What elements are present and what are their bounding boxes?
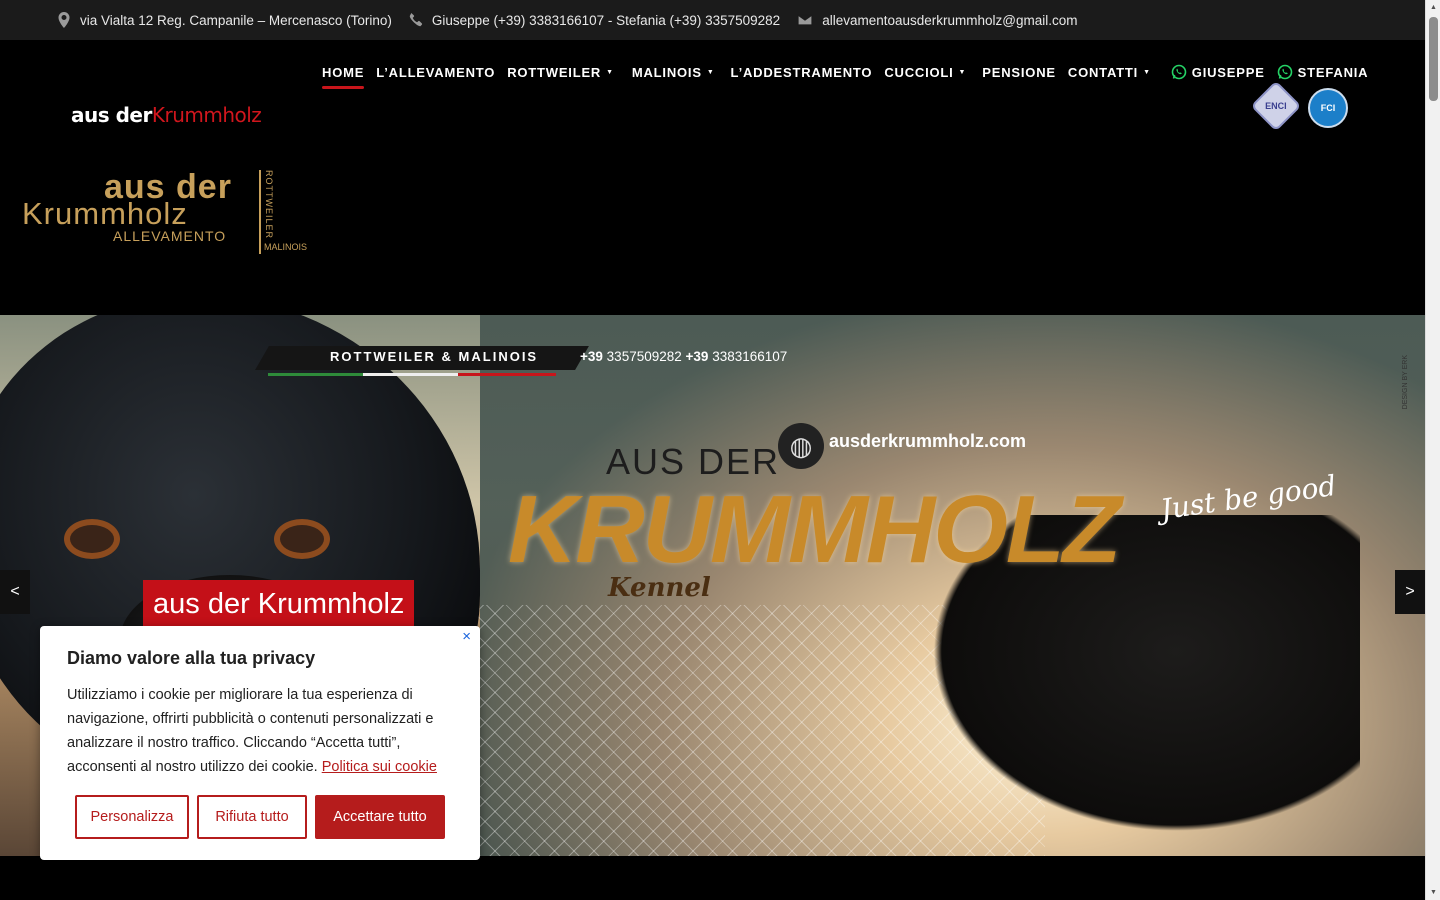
caret-down-icon: ▼: [606, 68, 614, 76]
banner-phone-2: 3383166107: [712, 349, 788, 364]
brand-logo-small[interactable]: aus derKrummholz: [71, 103, 262, 127]
nav-item-allevamento[interactable]: L’ALLEVAMENTO: [376, 65, 495, 80]
nav-item-label: L’ALLEVAMENTO: [376, 64, 496, 80]
tricolor-line-red: [458, 373, 556, 376]
kennel-logo[interactable]: aus der Krummholz ALLEVAMENTO ROTTWEILER…: [22, 170, 322, 260]
envelope-icon: [797, 14, 813, 26]
globe-icon: ◍: [778, 423, 824, 469]
nav-item-cuccioli[interactable]: CUCCIOLI ▼: [884, 65, 966, 80]
nav-item-home[interactable]: HOME: [322, 64, 365, 89]
nav-item-label: MALINOIS: [631, 64, 702, 80]
banner-website: ausderkrummholz.com: [829, 431, 1027, 451]
tricolor-line-green: [268, 373, 363, 376]
enci-badge[interactable]: ENCI: [1250, 80, 1302, 132]
brand-white-text: aus der: [71, 103, 152, 127]
reject-all-button[interactable]: Rifiuta tutto: [197, 795, 307, 839]
fci-badge-label: FCI: [1320, 103, 1336, 113]
fci-badge[interactable]: FCI: [1308, 88, 1348, 128]
logo-side-malinois: MALINOIS: [264, 242, 308, 252]
cookie-body: Utilizziamo i cookie per migliorare la t…: [67, 683, 462, 779]
email-text[interactable]: allevamentoausderkrummholz@gmail.com: [822, 13, 1077, 28]
page-scrollbar[interactable]: ▲ ▼: [1425, 0, 1440, 900]
cookie-policy-link[interactable]: Politica sui cookie: [322, 759, 437, 775]
slider-next-button[interactable]: >: [1395, 570, 1425, 614]
whatsapp-stefania-label: STEFANIA: [1297, 64, 1369, 80]
accept-all-button[interactable]: Accettare tutto: [315, 795, 445, 839]
nav-item-rottweiler[interactable]: ROTTWEILER ▼: [507, 65, 614, 80]
slider-prev-button[interactable]: <: [0, 570, 30, 614]
cookie-title: Diamo valore alla tua privacy: [67, 648, 316, 668]
logo-side-rottweiler: ROTTWEILER: [264, 170, 274, 240]
whatsapp-giuseppe-label: GIUSEPPE: [1191, 64, 1265, 80]
address-item: via Vialta 12 Reg. Campanile – Mercenasc…: [56, 12, 392, 28]
cookie-consent-dialog: × Diamo valore alla tua privacy Utilizzi…: [40, 626, 480, 860]
caret-down-icon: ▼: [1143, 68, 1151, 76]
slide-caption: aus der Krummholz: [143, 580, 415, 629]
nav-item-label: CUCCIOLI: [884, 64, 954, 80]
tricolor-line-white: [363, 373, 458, 376]
main-menu: HOME L’ALLEVAMENTO ROTTWEILER ▼ MALINOIS ▼…: [322, 64, 1380, 89]
phone-icon: [409, 13, 423, 27]
design-credit: DESIGN BY ERK: [1402, 355, 1409, 410]
nav-item-label: L’ADDESTRAMENTO: [730, 64, 873, 80]
customize-button[interactable]: Personalizza: [75, 795, 189, 839]
logo-divider: [259, 170, 261, 254]
banner-strip-text: ROTTWEILER & MALINOIS: [330, 349, 539, 364]
whatsapp-stefania-link[interactable]: STEFANIA: [1277, 64, 1369, 80]
banner-krummholz: KRUMMHOLZ: [508, 476, 1121, 583]
whatsapp-icon: [1171, 64, 1187, 80]
phone-prefix: +39: [580, 349, 603, 364]
top-info-bar: via Vialta 12 Reg. Campanile – Mercenasc…: [0, 0, 1425, 40]
address-text: via Vialta 12 Reg. Campanile – Mercenasc…: [80, 12, 392, 28]
phone-item[interactable]: Giuseppe (+39) 3383166107 - Stefania (+3…: [408, 12, 780, 28]
map-pin-icon: [58, 12, 70, 28]
association-badges: ENCI FCI: [1250, 80, 1362, 132]
nav-item-malinois[interactable]: MALINOIS ▼: [632, 65, 715, 80]
scrollbar-thumb[interactable]: [1429, 17, 1438, 101]
nav-item-contatti[interactable]: CONTATTI ▼: [1068, 65, 1151, 80]
logo-line-3: ALLEVAMENTO: [113, 228, 227, 244]
caret-down-icon: ▼: [958, 68, 967, 76]
nav-item-label: HOME: [322, 64, 365, 80]
enci-badge-label: ENCI: [1265, 100, 1287, 111]
whatsapp-giuseppe-link[interactable]: GIUSEPPE: [1171, 64, 1265, 80]
nav-item-label: PENSIONE: [982, 64, 1056, 80]
nav-item-addestramento[interactable]: L’ADDESTRAMENTO: [731, 65, 873, 80]
nav-item-pensione[interactable]: PENSIONE: [982, 65, 1056, 80]
brand-red-text: Krummholz: [151, 103, 262, 127]
email-item[interactable]: allevamentoausderkrummholz@gmail.com: [796, 12, 1078, 28]
dog-eye: [70, 525, 114, 553]
logo-line-2: Krummholz: [22, 196, 188, 231]
banner-phones: +39 3357509282 +39 3383166107: [580, 349, 787, 364]
scroll-down-arrow-icon[interactable]: ▼: [1426, 885, 1440, 900]
banner-phone-1: 3357509282: [606, 349, 682, 364]
phone-prefix: +39: [685, 349, 709, 364]
scroll-up-arrow-icon[interactable]: ▲: [1426, 0, 1440, 15]
banner-kennel: Kennel: [608, 573, 711, 603]
nav-item-label: CONTATTI: [1067, 64, 1139, 80]
dog-eye: [280, 525, 324, 553]
nav-item-label: ROTTWEILER: [507, 64, 602, 80]
whatsapp-icon: [1277, 64, 1292, 80]
phones-text[interactable]: Giuseppe (+39) 3383166107 - Stefania (+3…: [432, 13, 780, 28]
caret-down-icon: ▼: [706, 68, 715, 76]
close-icon[interactable]: ×: [462, 628, 471, 645]
